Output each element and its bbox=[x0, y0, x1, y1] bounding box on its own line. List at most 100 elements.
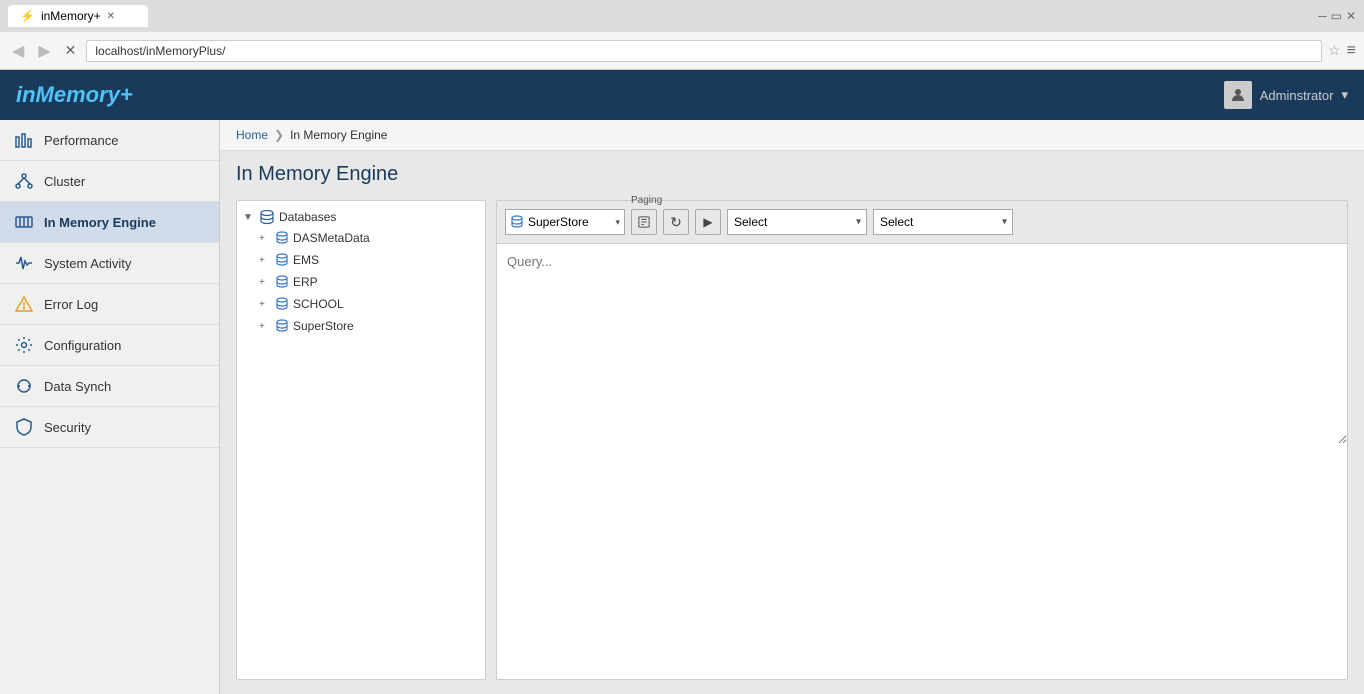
performance-icon bbox=[14, 130, 34, 150]
db-selector-arrow: ▾ bbox=[615, 217, 620, 228]
query-textarea[interactable] bbox=[497, 244, 1347, 444]
app-header: inMemory+ Adminstrator ▾ bbox=[0, 70, 1364, 120]
db-icon-erp bbox=[275, 275, 289, 289]
tree-label-superstore: SuperStore bbox=[293, 319, 354, 333]
paging-button[interactable] bbox=[631, 209, 657, 235]
browser-chrome: ⚡ inMemory+ ✕ ─ ▭ ✕ ◀ ▶ ✕ ☆ ≡ bbox=[0, 0, 1364, 70]
sidebar-label-error-log: Error Log bbox=[44, 297, 98, 312]
sidebar-label-security: Security bbox=[44, 420, 91, 435]
refresh-button[interactable]: ↻ bbox=[663, 209, 689, 235]
sidebar-label-memory: In Memory Engine bbox=[44, 215, 156, 230]
cluster-icon bbox=[14, 171, 34, 191]
tab-favicon: ⚡ bbox=[20, 9, 35, 23]
tree-node-superstore: + SuperStore bbox=[259, 315, 479, 337]
db-selector-icon bbox=[510, 215, 524, 229]
synch-icon bbox=[14, 376, 34, 396]
select1-wrapper[interactable]: Select Option 1 Option 2 ▾ bbox=[727, 209, 867, 235]
sidebar-item-error-log[interactable]: Error Log bbox=[0, 284, 219, 325]
breadcrumb-separator: ❯ bbox=[274, 128, 284, 142]
paging-icon bbox=[638, 215, 650, 229]
tree-label-ems: EMS bbox=[293, 253, 319, 267]
back-button[interactable]: ◀ bbox=[8, 39, 28, 63]
user-label: Adminstrator bbox=[1260, 88, 1334, 103]
tree-expand-icon: ▼ bbox=[243, 212, 255, 223]
tree-node-dasmetadata: + DASMetaData bbox=[259, 227, 479, 249]
config-icon bbox=[14, 335, 34, 355]
sidebar-item-security[interactable]: Security bbox=[0, 407, 219, 448]
breadcrumb: Home ❯ In Memory Engine bbox=[220, 120, 1364, 151]
browser-titlebar: ⚡ inMemory+ ✕ ─ ▭ ✕ bbox=[0, 0, 1364, 32]
sidebar-label-system-activity: System Activity bbox=[44, 256, 131, 271]
user-dropdown-arrow: ▾ bbox=[1341, 87, 1348, 103]
select2-wrapper[interactable]: Select Option 1 Option 2 ▾ bbox=[873, 209, 1013, 235]
expand-superstore-icon: + bbox=[259, 321, 271, 332]
db-icon-ems bbox=[275, 253, 289, 267]
sidebar-label-performance: Performance bbox=[44, 133, 118, 148]
sidebar-item-configuration[interactable]: Configuration bbox=[0, 325, 219, 366]
sidebar-item-performance[interactable]: Performance bbox=[0, 120, 219, 161]
page-title: In Memory Engine bbox=[236, 163, 1348, 186]
page-content: In Memory Engine ▼ Databases bbox=[220, 151, 1364, 692]
sidebar-item-data-synch[interactable]: Data Synch bbox=[0, 366, 219, 407]
db-selector[interactable]: SuperStore ▾ bbox=[505, 209, 625, 235]
bookmark-star-icon[interactable]: ☆ bbox=[1328, 42, 1341, 59]
paging-label: Paging bbox=[631, 195, 662, 206]
db-selected-label: SuperStore bbox=[528, 215, 589, 229]
breadcrumb-home[interactable]: Home bbox=[236, 128, 268, 142]
refresh-icon: ↻ bbox=[670, 214, 682, 231]
sidebar-item-cluster[interactable]: Cluster bbox=[0, 161, 219, 202]
tab-close-button[interactable]: ✕ bbox=[107, 11, 115, 22]
tree-label-erp: ERP bbox=[293, 275, 318, 289]
query-panel: SuperStore ▾ Paging bbox=[496, 200, 1348, 680]
close-button[interactable]: ✕ bbox=[1346, 9, 1356, 23]
tree-node-erp: + ERP bbox=[259, 271, 479, 293]
sidebar-label-cluster: Cluster bbox=[44, 174, 85, 189]
tree-node-school: + SCHOOL bbox=[259, 293, 479, 315]
play-icon: ▶ bbox=[703, 215, 712, 229]
url-bar[interactable] bbox=[86, 40, 1322, 62]
db-icon-school bbox=[275, 297, 289, 311]
expand-erp-icon: + bbox=[259, 277, 271, 288]
tree-row-erp[interactable]: + ERP bbox=[259, 273, 479, 291]
main-layout: Performance Cluster In Memory Engine Sys… bbox=[0, 120, 1364, 694]
sidebar-label-data-synch: Data Synch bbox=[44, 379, 111, 394]
minimize-button[interactable]: ─ bbox=[1318, 9, 1327, 23]
forward-button[interactable]: ▶ bbox=[34, 39, 54, 63]
expand-ems-icon: + bbox=[259, 255, 271, 266]
sidebar-item-in-memory-engine[interactable]: In Memory Engine bbox=[0, 202, 219, 243]
tree-node-ems: + EMS bbox=[259, 249, 479, 271]
memory-icon bbox=[14, 212, 34, 232]
db-icon-dasmetadata bbox=[275, 231, 289, 245]
tree-row-superstore[interactable]: + SuperStore bbox=[259, 317, 479, 335]
security-icon bbox=[14, 417, 34, 437]
tree-label-dasmetadata: DASMetaData bbox=[293, 231, 370, 245]
browser-menu-button[interactable]: ≡ bbox=[1347, 42, 1356, 60]
browser-toolbar: ◀ ▶ ✕ ☆ ≡ bbox=[0, 32, 1364, 70]
engine-layout: ▼ Databases + bbox=[236, 200, 1348, 680]
tree-label-school: SCHOOL bbox=[293, 297, 344, 311]
activity-icon bbox=[14, 253, 34, 273]
tree-panel: ▼ Databases + bbox=[236, 200, 486, 680]
play-button[interactable]: ▶ bbox=[695, 209, 721, 235]
expand-dasmetadata-icon: + bbox=[259, 233, 271, 244]
db-icon-superstore bbox=[275, 319, 289, 333]
select2-dropdown[interactable]: Select Option 1 Option 2 bbox=[873, 209, 1013, 235]
tree-children: + DASMetaData bbox=[243, 227, 479, 337]
tree-root-label: Databases bbox=[279, 210, 336, 224]
restore-button[interactable]: ▭ bbox=[1331, 9, 1342, 23]
browser-tab[interactable]: ⚡ inMemory+ ✕ bbox=[8, 5, 148, 27]
select1-dropdown[interactable]: Select Option 1 Option 2 bbox=[727, 209, 867, 235]
query-toolbar: SuperStore ▾ Paging bbox=[497, 201, 1347, 244]
sidebar-item-system-activity[interactable]: System Activity bbox=[0, 243, 219, 284]
sidebar-label-configuration: Configuration bbox=[44, 338, 121, 353]
tab-title: inMemory+ bbox=[41, 9, 101, 23]
expand-school-icon: + bbox=[259, 299, 271, 310]
user-menu[interactable]: Adminstrator ▾ bbox=[1224, 81, 1348, 109]
tree-row-school[interactable]: + SCHOOL bbox=[259, 295, 479, 313]
tree-root-databases[interactable]: ▼ Databases bbox=[243, 207, 479, 227]
tree-row-dasmetadata[interactable]: + DASMetaData bbox=[259, 229, 479, 247]
databases-icon bbox=[259, 209, 275, 225]
reload-stop-button[interactable]: ✕ bbox=[61, 40, 81, 61]
tree-row-ems[interactable]: + EMS bbox=[259, 251, 479, 269]
user-avatar-icon bbox=[1224, 81, 1252, 109]
